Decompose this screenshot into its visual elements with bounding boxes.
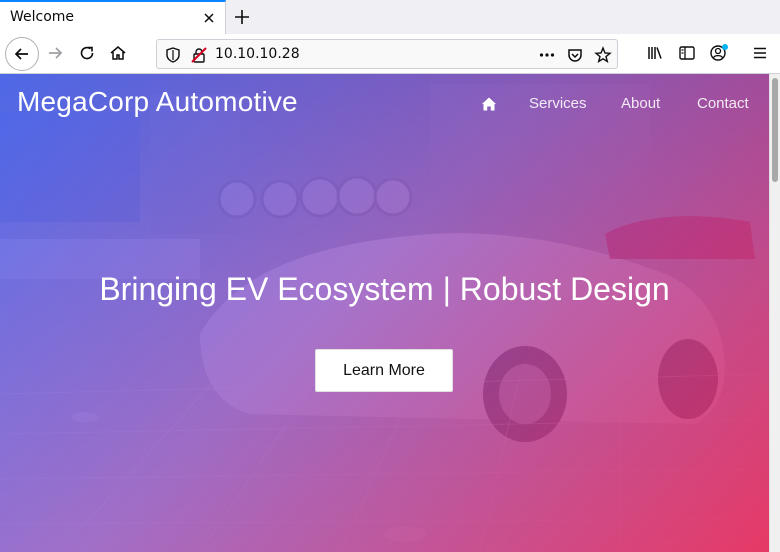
plus-icon[interactable]	[231, 6, 253, 28]
page-scrollbar[interactable]	[769, 74, 780, 552]
account-icon	[710, 44, 728, 61]
home-icon	[110, 46, 126, 60]
url-text: 10.10.10.28	[215, 46, 300, 62]
tab-title: Welcome	[10, 9, 75, 25]
home-button[interactable]	[103, 38, 133, 68]
pocket-icon[interactable]	[566, 46, 584, 64]
arrow-left-icon	[14, 48, 28, 60]
star-icon[interactable]	[594, 46, 612, 64]
sidebar-icon	[679, 46, 695, 60]
learn-more-button[interactable]: Learn More	[315, 349, 453, 392]
tab-welcome[interactable]: Welcome	[0, 0, 226, 34]
account-button[interactable]	[704, 38, 734, 68]
page-viewport: MegaCorp Automotive Services About Conta…	[0, 74, 769, 552]
home-icon[interactable]	[481, 96, 497, 112]
arrow-right-icon	[49, 47, 63, 59]
library-icon	[648, 47, 662, 59]
url-bar[interactable]: 10.10.10.28	[156, 39, 618, 69]
forward-button[interactable]	[40, 38, 70, 68]
hero-headline: Bringing EV Ecosystem | Robust Design	[99, 271, 670, 307]
ellipsis-icon[interactable]	[538, 46, 556, 64]
nav-link-services[interactable]: Services	[529, 95, 587, 112]
nav-link-contact[interactable]: Contact	[697, 95, 749, 112]
hero-gradient-overlay	[0, 74, 769, 552]
scrollbar-thumb[interactable]	[772, 78, 778, 182]
menu-button[interactable]	[745, 38, 775, 68]
hamburger-icon	[754, 47, 766, 59]
back-button[interactable]	[5, 37, 39, 71]
nav-toolbar: 10.10.10.28	[0, 34, 780, 74]
tab-strip: Welcome	[0, 0, 780, 34]
reload-button[interactable]	[72, 38, 102, 68]
close-icon[interactable]	[201, 10, 217, 26]
shield-icon[interactable]	[164, 46, 182, 64]
reload-icon	[80, 46, 94, 60]
nav-link-about[interactable]: About	[621, 95, 660, 112]
sidebar-button[interactable]	[672, 38, 702, 68]
library-button[interactable]	[640, 38, 670, 68]
site-brand[interactable]: MegaCorp Automotive	[17, 86, 298, 118]
crossed-lock-icon[interactable]	[190, 46, 208, 64]
